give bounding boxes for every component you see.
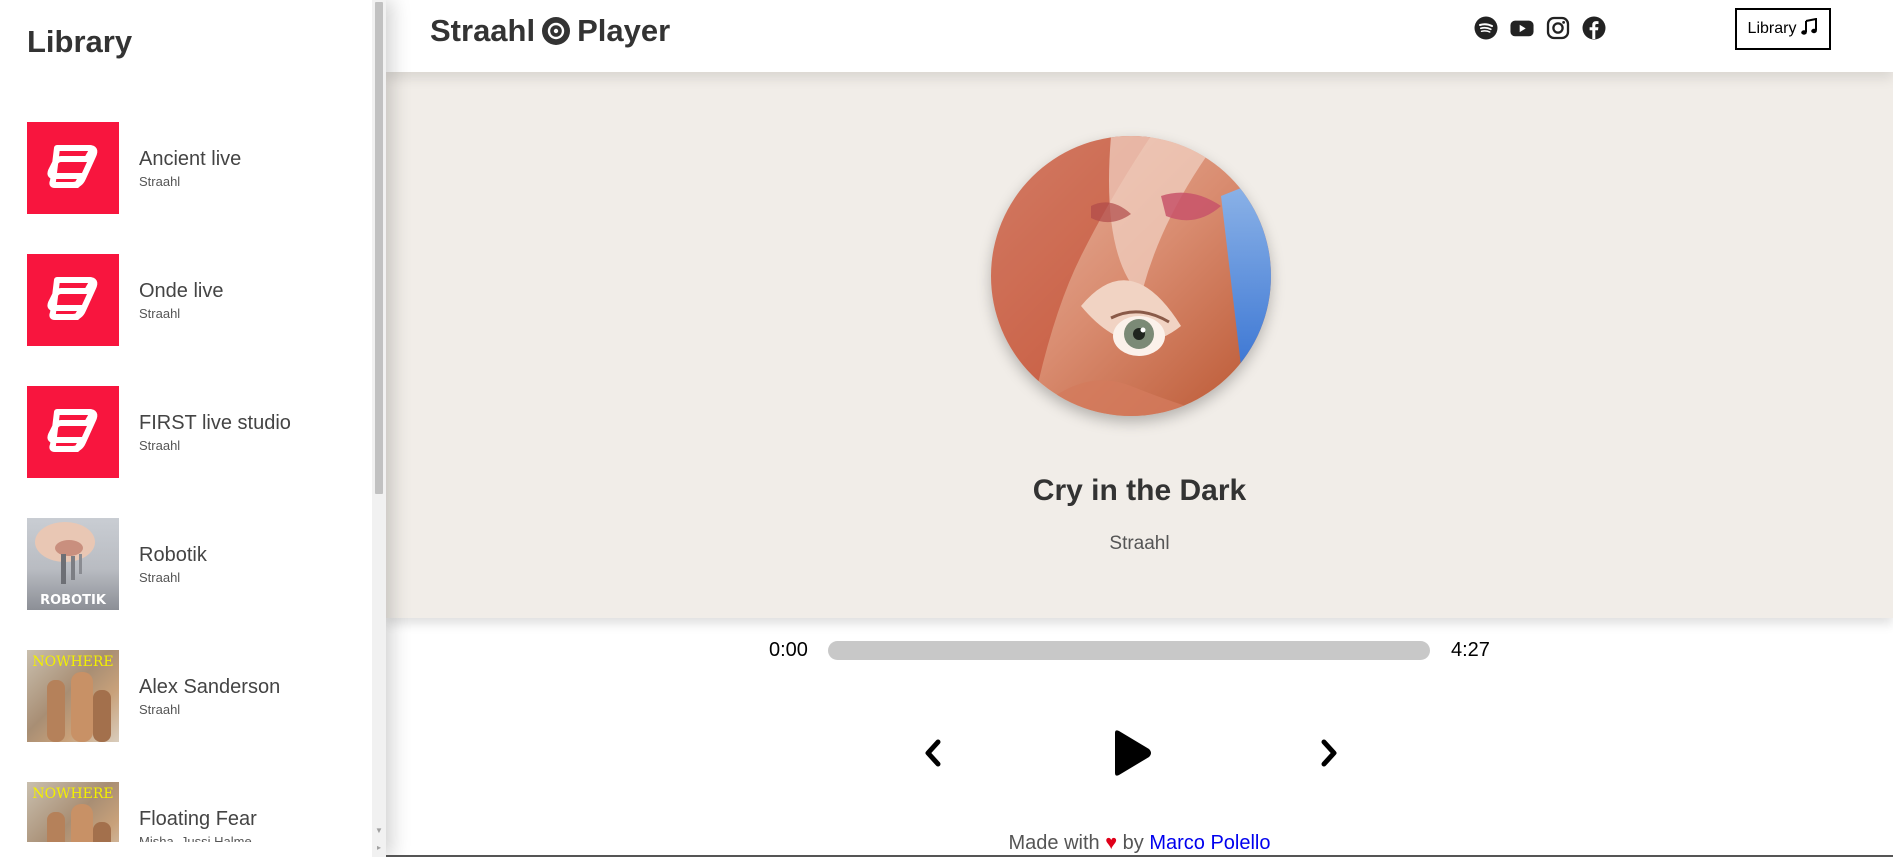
svg-text:ROBOTIK: ROBOTIK [40, 593, 107, 608]
footer-by: by [1122, 832, 1144, 854]
scroll-right-arrow-icon[interactable]: ▸ [374, 843, 384, 853]
song-artist: Straahl [1109, 533, 1170, 554]
library-item-first-live-studio[interactable]: FIRST live studio Straahl [27, 386, 357, 478]
nowhere-cover-art: NOWHERE [27, 650, 119, 742]
progress-row: 0:00 4:27 [386, 636, 1893, 666]
scroll-down-arrow-icon[interactable]: ▼ [374, 826, 384, 836]
library-item-artist: Straahl [139, 438, 181, 453]
library-item-alex-sanderson[interactable]: NOWHERE Alex Sanderson Straahl [27, 650, 357, 742]
straahl-logo-icon [47, 145, 98, 188]
play-icon [1109, 729, 1153, 780]
now-playing-panel: Cry in the Dark Straahl [386, 72, 1893, 618]
library-item-artist: Straahl [139, 702, 181, 717]
library-item-artist: Straahl [139, 174, 181, 189]
library-button-label: Library [1747, 20, 1797, 37]
library-item-title: FIRST live studio [139, 412, 291, 434]
library-item-title: Onde live [139, 280, 224, 302]
brand-logo: Straahl Player [430, 13, 670, 49]
library-item-ancient-live[interactable]: Ancient live Straahl [27, 122, 357, 214]
library-item-artist: Straahl [139, 570, 181, 585]
heart-icon: ♥ [1105, 832, 1118, 854]
instagram-icon[interactable] [1546, 16, 1570, 40]
straahl-logo-icon [47, 409, 98, 452]
footer-prefix: Made with [1008, 832, 1100, 854]
library-button[interactable]: Library [1735, 8, 1831, 50]
library-item-artist: Straahl [139, 306, 181, 321]
play-button[interactable] [1106, 728, 1156, 780]
svg-text:NOWHERE: NOWHERE [32, 786, 113, 802]
spotify-icon[interactable] [1474, 16, 1498, 40]
svg-text:NOWHERE: NOWHERE [32, 654, 113, 670]
sidebar-scrollbar[interactable]: ▼ ▸ [372, 0, 386, 857]
brand-name-right: Player [577, 13, 671, 48]
author-link[interactable]: Marco Polello [1149, 832, 1270, 854]
straahl-logo-cover [27, 386, 119, 478]
prev-icon [922, 738, 944, 771]
song-title: Cry in the Dark [1032, 474, 1247, 507]
robotik-cover-art: ROBOTIK [27, 518, 119, 610]
straahl-logo-cover [27, 122, 119, 214]
music-note-icon [1800, 17, 1818, 41]
next-icon [1318, 738, 1340, 771]
library-item-title: Floating Fear [139, 808, 257, 830]
library-sidebar: Library Ancient live Straahl Onde live S… [0, 0, 386, 857]
library-item-onde-live[interactable]: Onde live Straahl [27, 254, 357, 346]
library-item-title: Ancient live [139, 148, 242, 170]
sidebar-title: Library [27, 24, 133, 59]
album-cover-art [991, 136, 1271, 416]
library-item-title: Alex Sanderson [139, 676, 281, 698]
straahl-logo-cover [27, 254, 119, 346]
library-item-robotik[interactable]: ROBOTIK Robotik Straahl [27, 518, 357, 610]
sidebar-scroll-thumb[interactable] [375, 2, 383, 494]
social-links [1474, 16, 1606, 40]
current-time: 0:00 [769, 639, 808, 661]
youtube-icon[interactable] [1510, 16, 1534, 40]
library-item-title: Robotik [139, 544, 207, 566]
footer: Made with ♥ by Marco Polello [386, 832, 1893, 855]
top-header: Straahl Player Library [386, 0, 1893, 72]
next-button[interactable] [1312, 734, 1346, 774]
total-time: 4:27 [1451, 639, 1490, 661]
prev-button[interactable] [916, 734, 950, 774]
brand-name-left: Straahl [430, 13, 536, 48]
vinyl-disc-icon [541, 16, 571, 46]
straahl-logo-icon [47, 277, 98, 320]
facebook-icon[interactable] [1582, 16, 1606, 40]
progress-bar[interactable] [828, 641, 1430, 660]
